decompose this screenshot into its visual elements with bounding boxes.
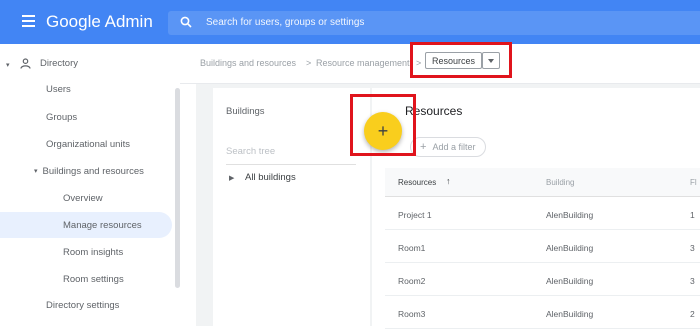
sidebar-item-label: Organizational units: [46, 138, 130, 150]
breadcrumb-separator: >: [306, 58, 312, 68]
tree-item-all-buildings[interactable]: All buildings: [245, 172, 296, 183]
column-header-building[interactable]: Building: [546, 178, 574, 187]
cell-building: AlenBuilding: [546, 309, 594, 319]
sidebar-item-groups[interactable]: Groups: [46, 104, 77, 130]
sidebar-item-directory[interactable]: ▾ Directory: [0, 50, 180, 76]
cell-building: AlenBuilding: [546, 243, 594, 253]
collapse-icon: ▾: [6, 62, 10, 69]
sidebar-item-organizational-units[interactable]: Organizational units: [46, 131, 130, 157]
expand-icon[interactable]: ▶: [229, 174, 234, 182]
app-title[interactable]: Google Admin: [46, 12, 153, 32]
sidebar-item-label: Manage resources: [63, 219, 142, 231]
cell-floor: 3: [690, 243, 695, 253]
menu-icon[interactable]: [22, 15, 35, 27]
cell-resource-name: Room1: [398, 243, 426, 253]
resources-panel: Resources + Add a filter Resources ↑ Bui…: [372, 88, 700, 329]
table-row[interactable]: Project 1 AlenBuilding 1: [385, 198, 700, 230]
buildings-panel: Buildings Search tree ▶ All buildings: [213, 88, 370, 326]
cell-floor: 3: [690, 276, 695, 286]
cell-floor: 1: [690, 210, 695, 220]
table-row[interactable]: Room1 AlenBuilding 3: [385, 231, 700, 263]
cell-floor: 2: [690, 309, 695, 319]
sidebar-item-label: Room settings: [63, 273, 124, 285]
sidebar-scrollbar[interactable]: [175, 88, 180, 288]
search-icon: [180, 16, 192, 28]
sidebar-item-label: Directory settings: [46, 299, 120, 311]
cell-building: AlenBuilding: [546, 210, 594, 220]
top-app-bar: Google Admin Search for users, groups or…: [0, 0, 700, 44]
cell-building: AlenBuilding: [546, 276, 594, 286]
sidebar-item-room-insights[interactable]: Room insights: [63, 239, 123, 265]
breadcrumb-resource-management[interactable]: Resource management: [316, 58, 410, 68]
sidebar-item-label: Groups: [46, 111, 78, 123]
highlight-box: [350, 94, 416, 156]
sidebar-item-overview[interactable]: Overview: [63, 185, 103, 211]
sidebar-item-buildings-and-resources[interactable]: ▾ Buildings and resources: [34, 158, 144, 184]
tree-search-input[interactable]: Search tree: [226, 146, 275, 157]
table-header: Resources ↑ Building Fl: [385, 168, 700, 197]
add-filter-button[interactable]: + Add a filter: [410, 137, 486, 157]
breadcrumb-buildings-and-resources[interactable]: Buildings and resources: [200, 58, 296, 68]
add-filter-label: Add a filter: [432, 142, 476, 152]
sidebar-item-label: Directory: [40, 57, 79, 69]
plus-icon: +: [420, 141, 427, 153]
sidebar-item-label: Room insights: [63, 246, 124, 258]
sidebar-item-users[interactable]: Users: [46, 76, 71, 102]
person-icon: [20, 58, 31, 69]
search-placeholder: Search for users, groups or settings: [206, 17, 365, 28]
sidebar-item-label: Users: [46, 83, 71, 95]
column-header-floor[interactable]: Fl: [690, 178, 697, 187]
column-header-resources[interactable]: Resources: [398, 178, 436, 187]
table-row[interactable]: Room3 AlenBuilding 2: [385, 297, 700, 329]
divider: [226, 164, 356, 165]
cell-resource-name: Project 1: [398, 210, 432, 220]
highlight-box: [410, 42, 512, 78]
sidebar-item-label: Overview: [63, 192, 103, 204]
sort-ascending-icon[interactable]: ↑: [446, 176, 451, 186]
cell-resource-name: Room3: [398, 309, 426, 319]
search-input[interactable]: Search for users, groups or settings: [168, 11, 700, 35]
collapse-icon: ▾: [34, 168, 38, 175]
buildings-panel-title: Buildings: [226, 106, 265, 117]
sidebar-item-label: Buildings and resources: [42, 165, 144, 177]
cell-resource-name: Room2: [398, 276, 426, 286]
sidebar-item-room-settings[interactable]: Room settings: [63, 266, 124, 292]
table-row[interactable]: Room2 AlenBuilding 3: [385, 264, 700, 296]
sidebar-item-manage-resources[interactable]: Manage resources: [0, 212, 172, 238]
sidebar-item-directory-settings[interactable]: Directory settings: [46, 292, 119, 318]
sidebar: ▾ Directory Users Groups Organizational …: [0, 44, 180, 326]
